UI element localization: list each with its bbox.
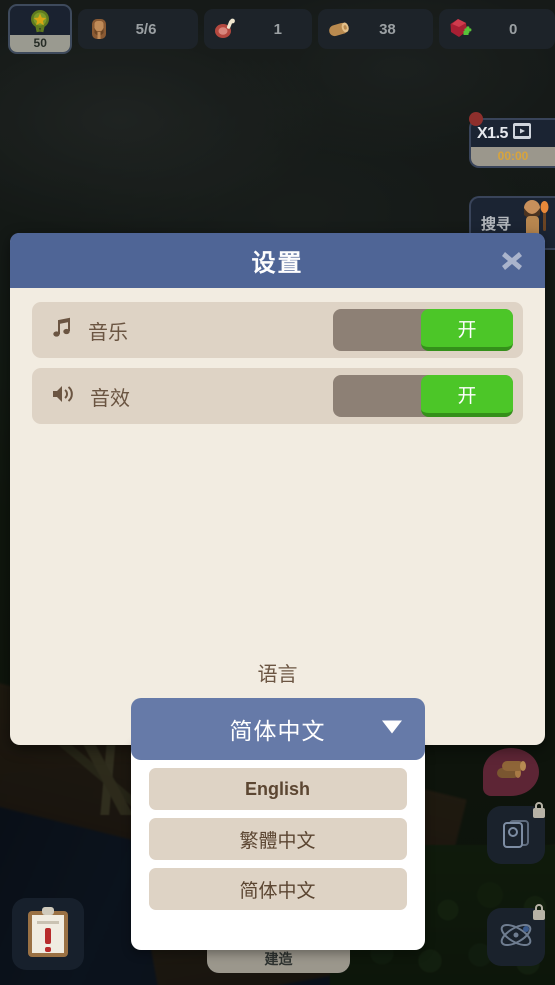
wood-log-icon: [326, 16, 352, 42]
language-dropdown-menu: English 繁體中文 简体中文: [130, 740, 425, 950]
boost-panel[interactable]: X1.5 00:00: [469, 118, 555, 168]
boost-multiplier-row: X1.5: [471, 120, 555, 147]
chevron-down-icon: [379, 717, 405, 742]
boost-multiplier: X1.5: [477, 124, 508, 142]
meat-icon: [212, 16, 238, 42]
setting-row-sound: 音效 开: [32, 368, 523, 424]
setting-row-music: 音乐 开: [32, 302, 523, 358]
star-medal-icon: [10, 6, 70, 35]
language-select: 简体中文 English 繁體中文 简体中文: [130, 698, 425, 950]
music-toggle[interactable]: 开: [333, 309, 513, 351]
top-resource-bar: 50 5/6 1 38 0: [0, 0, 555, 58]
sound-label: 音效: [90, 387, 130, 410]
wood-log-icon: [494, 757, 528, 788]
gems-value: 0: [509, 20, 518, 38]
video-ad-icon: [512, 122, 532, 145]
resource-chip-wood[interactable]: 38: [317, 9, 434, 49]
language-label: 语言: [257, 664, 298, 686]
level-badge[interactable]: 50: [8, 4, 73, 54]
language-option-english[interactable]: English: [148, 768, 407, 810]
cards-button[interactable]: [487, 802, 545, 864]
wood-request-bubble[interactable]: [483, 748, 539, 796]
population-icon: [86, 16, 112, 42]
language-option-traditional-chinese[interactable]: 繁體中文: [148, 818, 407, 860]
quests-button[interactable]: [12, 898, 84, 970]
cards-icon: [498, 815, 534, 856]
population-value: 5/6: [135, 20, 157, 38]
search-label: 搜寻: [481, 215, 512, 233]
language-option-simplified-chinese[interactable]: 简体中文: [148, 868, 407, 910]
speaker-icon: [50, 382, 76, 411]
resource-chip-population[interactable]: 5/6: [78, 9, 198, 49]
music-toggle-state: 开: [421, 309, 513, 351]
sound-toggle-state: 开: [421, 375, 513, 417]
resource-chip-food[interactable]: 1: [203, 9, 312, 49]
resource-chip-gems[interactable]: 0: [439, 9, 555, 49]
close-icon[interactable]: [497, 246, 527, 276]
game-screen: 50 5/6 1 38 0 X1.5 00:00 搜寻 建造 设置 音乐 开 音…: [0, 0, 555, 985]
wood-value: 38: [379, 20, 396, 38]
language-selected-value: 简体中文: [229, 718, 326, 744]
gem-icon: [447, 16, 473, 42]
boost-timer: 00:00: [471, 147, 555, 166]
level-value: 50: [10, 35, 71, 52]
music-note-icon: [50, 316, 74, 345]
settings-dialog: 设置 音乐 开 音效 开 语言 简体中文 English 繁體中文 简体中文: [10, 233, 545, 950]
lock-icon: [529, 902, 549, 922]
settings-dialog-body: 音乐 开 音效 开 语言 简体中文 English 繁體中文 简体中文: [10, 288, 545, 950]
tech-button[interactable]: [487, 904, 545, 966]
food-value: 1: [273, 20, 282, 38]
sound-toggle[interactable]: 开: [333, 375, 513, 417]
language-select-trigger[interactable]: 简体中文: [130, 698, 425, 760]
settings-dialog-header: 设置: [10, 233, 545, 288]
clipboard-alert-icon: [24, 905, 72, 964]
page-title: 设置: [251, 250, 304, 277]
boost-notification-dot: [469, 112, 483, 126]
lock-icon: [529, 800, 549, 820]
music-label: 音乐: [88, 321, 128, 344]
